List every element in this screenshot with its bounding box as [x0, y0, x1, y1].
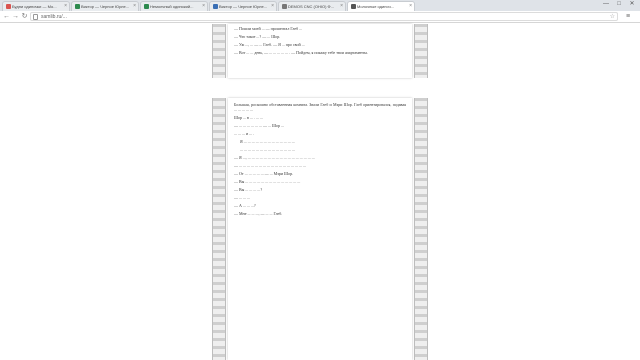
tab-title: Виктор — Черное Юрле... — [81, 4, 130, 9]
favicon-icon — [144, 4, 149, 9]
browser-tab[interactable]: Будни одиночки — Мо... × — [2, 1, 70, 11]
close-tab-icon[interactable]: × — [64, 2, 67, 11]
paragraph: — Мне ... ... ..., — ... ... Глеб. — [234, 211, 283, 216]
paragraph: — Я ..., ... ... ... ... ... ... ... ...… — [234, 155, 315, 160]
tab-title: Молочные одиноч... — [357, 4, 395, 9]
film-border-left — [212, 24, 226, 78]
paragraph: — ... ... ... ... ... ... ... ... ... ..… — [234, 163, 306, 168]
bookmark-star-icon[interactable]: ☆ — [610, 13, 615, 21]
browser-tab-active[interactable]: Молочные одиноч... × — [347, 1, 415, 11]
paragraph: Большая, роскошно обставленная комната. … — [234, 102, 406, 112]
maximize-icon[interactable]: □ — [613, 0, 625, 8]
tab-strip: Будни одиночки — Мо... × Виктор — Черное… — [0, 0, 640, 11]
tab-title: Немолчный одинокий... — [150, 4, 194, 9]
browser-tab[interactable]: Виктор — Черное Юрле... × — [209, 1, 277, 11]
address-toolbar: ← → ↻ samlib.ru/... ☆ ≡ — [0, 11, 640, 23]
favicon-icon — [282, 4, 287, 9]
page-icon — [33, 14, 38, 20]
close-tab-icon[interactable]: × — [271, 2, 274, 11]
film-border-left — [212, 98, 226, 360]
page-content: — Пошли моей ... — прошептал Глеб ... — … — [0, 24, 640, 360]
paragraph: — Уж ..., ... — ... Глеб. — Я ... про св… — [234, 42, 305, 47]
paragraph: — А ... ... ...? — [234, 203, 256, 208]
tab-title: Будни одиночки — Мо... — [12, 4, 57, 9]
book-page-bottom: Большая, роскошно обставленная комната. … — [228, 98, 412, 360]
favicon-icon — [351, 4, 356, 9]
tab-title: DEMOS CNC (OHIO) Ф... — [288, 4, 334, 9]
tab-title: Виктор — Черное Юрле... — [219, 4, 268, 9]
favicon-icon — [6, 4, 11, 9]
close-tab-icon[interactable]: × — [202, 2, 205, 11]
address-bar[interactable]: samlib.ru/... ☆ — [30, 12, 618, 21]
film-border-right — [414, 98, 428, 360]
reload-icon[interactable]: ↻ — [20, 12, 29, 21]
paragraph: — От ... ... ... ... ... — ... Мэри Шор. — [234, 171, 294, 176]
paragraph: — Вы ... ... ... ... ... ... ... ... ...… — [234, 179, 301, 184]
forward-icon[interactable]: → — [11, 12, 20, 21]
paragraph: — Пошли моей ... — прошептал Глеб ... — [234, 26, 303, 31]
paragraph: ... ... ... и ... . — [234, 131, 255, 136]
paragraph: — ... ... ... ... ... ... — ... Шор ... — [234, 123, 285, 128]
paragraph: — ... ... ... — [234, 195, 250, 200]
close-tab-icon[interactable]: × — [340, 2, 343, 11]
paragraph: — Что такое ...? — ... Шор. — [234, 34, 281, 39]
book-page-top: — Пошли моей ... — прошептал Глеб ... — … — [228, 24, 412, 78]
browser-tab[interactable]: Немолчный одинокий... × — [140, 1, 208, 11]
paragraph: Я ... ... ... ... ... ... ... ... ... ..… — [240, 139, 295, 144]
paragraph: — Вот ... ... день, — ... ... ... ... ..… — [234, 50, 368, 55]
browser-tab[interactable]: DEMOS CNC (OHIO) Ф... × — [278, 1, 346, 11]
paragraph: ... ... ... ... ... ... ... ... ... ... … — [240, 147, 295, 152]
menu-icon[interactable]: ≡ — [626, 12, 630, 21]
film-border-right — [414, 24, 428, 78]
minimize-icon[interactable]: — — [600, 0, 612, 8]
close-tab-icon[interactable]: × — [133, 2, 136, 11]
favicon-icon — [213, 4, 218, 9]
close-tab-icon[interactable]: × — [409, 2, 412, 11]
back-icon[interactable]: ← — [2, 12, 11, 21]
close-window-icon[interactable]: ✕ — [626, 0, 638, 8]
paragraph: Шор ... в ... . ... ... — [234, 115, 263, 120]
browser-tab[interactable]: Виктор — Черное Юрле... × — [71, 1, 139, 11]
paragraph: — Вы ... ... ... ...? — [234, 187, 263, 192]
url-text: samlib.ru/... — [41, 14, 67, 20]
favicon-icon — [75, 4, 80, 9]
